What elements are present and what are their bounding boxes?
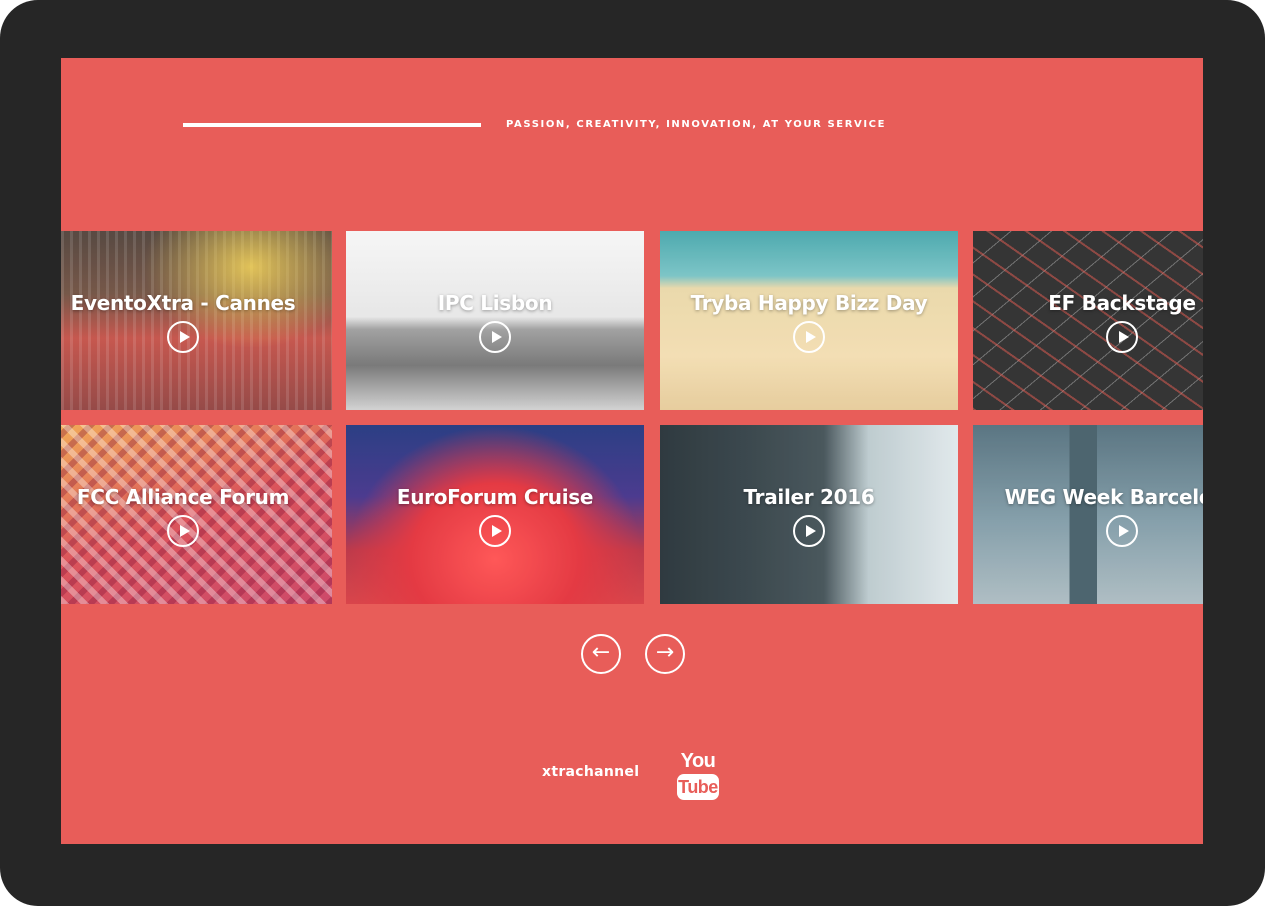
youtube-icon[interactable]: You Tube xyxy=(676,750,720,802)
play-icon[interactable] xyxy=(479,515,511,547)
video-tile[interactable]: Trailer 2016 xyxy=(660,425,958,604)
arrow-right-icon: → xyxy=(655,640,675,665)
play-icon[interactable] xyxy=(1106,321,1138,353)
video-title: EventoXtra - Cannes xyxy=(70,291,296,315)
screen: PASSION, CREATIVITY, INNOVATION, AT YOUR… xyxy=(61,58,1203,844)
play-icon[interactable] xyxy=(167,515,199,547)
arrow-left-icon: ← xyxy=(591,640,611,665)
play-icon[interactable] xyxy=(1106,515,1138,547)
next-arrow-button[interactable]: → xyxy=(645,634,685,674)
channel-link[interactable]: xtrachannel xyxy=(542,764,639,780)
play-icon[interactable] xyxy=(479,321,511,353)
play-icon[interactable] xyxy=(167,321,199,353)
video-title: Trailer 2016 xyxy=(743,485,875,509)
video-title: WEG Week Barcelona xyxy=(1004,485,1203,509)
video-title: EF Backstage xyxy=(1048,291,1196,315)
play-icon[interactable] xyxy=(793,515,825,547)
video-tile[interactable]: Tryba Happy Bizz Day xyxy=(660,231,958,410)
video-title: IPC Lisbon xyxy=(437,291,553,315)
video-title: EuroForum Cruise xyxy=(396,485,594,509)
tagline: PASSION, CREATIVITY, INNOVATION, AT YOUR… xyxy=(506,119,887,130)
previous-arrow-button[interactable]: ← xyxy=(581,634,621,674)
video-tile[interactable]: EF Backstage xyxy=(973,231,1203,410)
tagline-divider xyxy=(183,123,481,127)
video-tile[interactable]: FCC Alliance Forum xyxy=(61,425,332,604)
video-tile[interactable]: WEG Week Barcelona xyxy=(973,425,1203,604)
video-title: Tryba Happy Bizz Day xyxy=(690,291,928,315)
video-tile[interactable]: EventoXtra - Cannes xyxy=(61,231,332,410)
video-title: FCC Alliance Forum xyxy=(76,485,290,509)
video-tile[interactable]: EuroForum Cruise xyxy=(346,425,644,604)
youtube-logo-you: You xyxy=(680,750,716,772)
play-icon[interactable] xyxy=(793,321,825,353)
video-tile[interactable]: IPC Lisbon xyxy=(346,231,644,410)
device-frame: PASSION, CREATIVITY, INNOVATION, AT YOUR… xyxy=(0,0,1265,906)
youtube-logo-tube: Tube xyxy=(677,774,719,800)
